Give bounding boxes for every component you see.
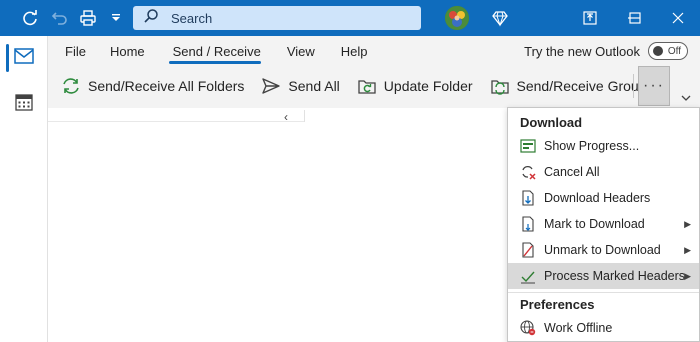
diamond-icon[interactable] — [487, 0, 513, 36]
send-receive-all-icon — [60, 75, 82, 97]
menu-item-show-progress[interactable]: Show Progress... — [508, 133, 699, 159]
try-new-outlook: Try the new Outlook Off — [524, 42, 688, 60]
tab-view[interactable]: View — [273, 36, 327, 66]
more-dots-icon: ··· — [643, 77, 665, 94]
toggle-state-label: Off — [667, 45, 681, 57]
menu-item-unmark-to-download[interactable]: Unmark to Download ▶ — [508, 237, 699, 263]
folder-pane-bar — [48, 108, 304, 122]
send-receive-overflow-menu: Download Show Progress... Cancel All Dow… — [507, 107, 700, 342]
process-headers-icon — [519, 267, 537, 285]
menu-item-work-offline[interactable]: Work Offline — [508, 315, 699, 341]
active-indicator — [6, 44, 9, 72]
new-outlook-toggle[interactable]: Off — [648, 42, 688, 60]
mail-nav-button[interactable] — [0, 38, 48, 78]
calendar-icon — [15, 93, 33, 116]
tab-help[interactable]: Help — [327, 36, 380, 66]
download-headers-icon — [519, 189, 537, 207]
calendar-nav-button[interactable] — [0, 84, 48, 124]
send-receive-all-button[interactable]: Send/Receive All Folders — [48, 70, 252, 102]
ribbon-commands: Send/Receive All Folders Send All Update… — [48, 66, 700, 106]
ribbon-expand-chevron-icon[interactable] — [678, 90, 694, 106]
update-folder-label: Update Folder — [383, 78, 473, 94]
unmark-download-icon — [519, 241, 537, 259]
update-folder-button[interactable]: Update Folder — [348, 70, 481, 102]
collapse-pane-chevron-icon[interactable]: ‹ — [284, 110, 288, 124]
close-icon[interactable] — [656, 0, 700, 36]
menu-divider — [508, 292, 699, 293]
submenu-arrow-icon: ▶ — [684, 218, 691, 229]
menu-item-label: Download Headers — [544, 191, 651, 205]
more-commands-button[interactable]: ··· — [638, 66, 670, 106]
menu-section-download: Download — [520, 115, 583, 130]
try-new-outlook-label: Try the new Outlook — [524, 43, 640, 59]
submenu-arrow-icon: ▶ — [684, 270, 691, 281]
send-receive-all-label: Send/Receive All Folders — [88, 78, 245, 94]
menu-item-label: Process Marked Headers — [544, 269, 686, 283]
customize-qat-icon[interactable] — [108, 0, 124, 36]
tab-send-receive[interactable]: Send / Receive — [157, 36, 273, 66]
sync-icon[interactable] — [18, 0, 42, 36]
tab-file[interactable]: File — [48, 36, 98, 66]
menu-item-process-marked-headers[interactable]: Process Marked Headers ▶ — [508, 263, 699, 289]
menu-item-label: Work Offline — [544, 321, 613, 335]
toggle-knob — [653, 46, 663, 56]
print-icon[interactable] — [76, 0, 100, 36]
title-bar: Search — [0, 0, 700, 36]
restore-icon-upload[interactable] — [568, 0, 612, 36]
pane-divider — [304, 110, 305, 122]
undo-icon[interactable] — [48, 0, 72, 36]
tab-home[interactable]: Home — [98, 36, 157, 66]
search-box[interactable]: Search — [133, 6, 421, 30]
search-icon — [143, 8, 159, 29]
ribbon-area: File Home Send / Receive View Help Try t… — [48, 36, 700, 108]
send-receive-groups-icon — [489, 75, 511, 97]
ribbon-divider — [633, 74, 634, 98]
cancel-sync-icon — [519, 163, 537, 181]
menu-item-label: Unmark to Download — [544, 243, 661, 257]
nav-rail — [0, 36, 48, 342]
submenu-arrow-icon: ▶ — [684, 244, 691, 255]
mail-icon — [14, 47, 34, 69]
update-folder-icon — [356, 75, 378, 97]
mark-download-icon — [519, 215, 537, 233]
menu-section-preferences: Preferences — [520, 297, 595, 312]
menu-item-label: Mark to Download — [544, 217, 645, 231]
menu-item-cancel-all[interactable]: Cancel All — [508, 159, 699, 185]
progress-icon — [519, 137, 537, 155]
menu-item-label: Show Progress... — [544, 139, 640, 153]
menu-item-mark-to-download[interactable]: Mark to Download ▶ — [508, 211, 699, 237]
menu-item-label: Cancel All — [544, 165, 600, 179]
search-placeholder: Search — [171, 10, 213, 26]
send-all-button[interactable]: Send All — [252, 70, 347, 102]
send-icon — [260, 75, 282, 97]
menu-item-download-headers[interactable]: Download Headers — [508, 185, 699, 211]
work-offline-icon — [519, 319, 537, 337]
ribbon-tabs: File Home Send / Receive View Help — [48, 36, 380, 66]
avatar[interactable] — [445, 6, 469, 30]
maximize-icon[interactable] — [613, 0, 657, 36]
send-all-label: Send All — [288, 78, 340, 94]
